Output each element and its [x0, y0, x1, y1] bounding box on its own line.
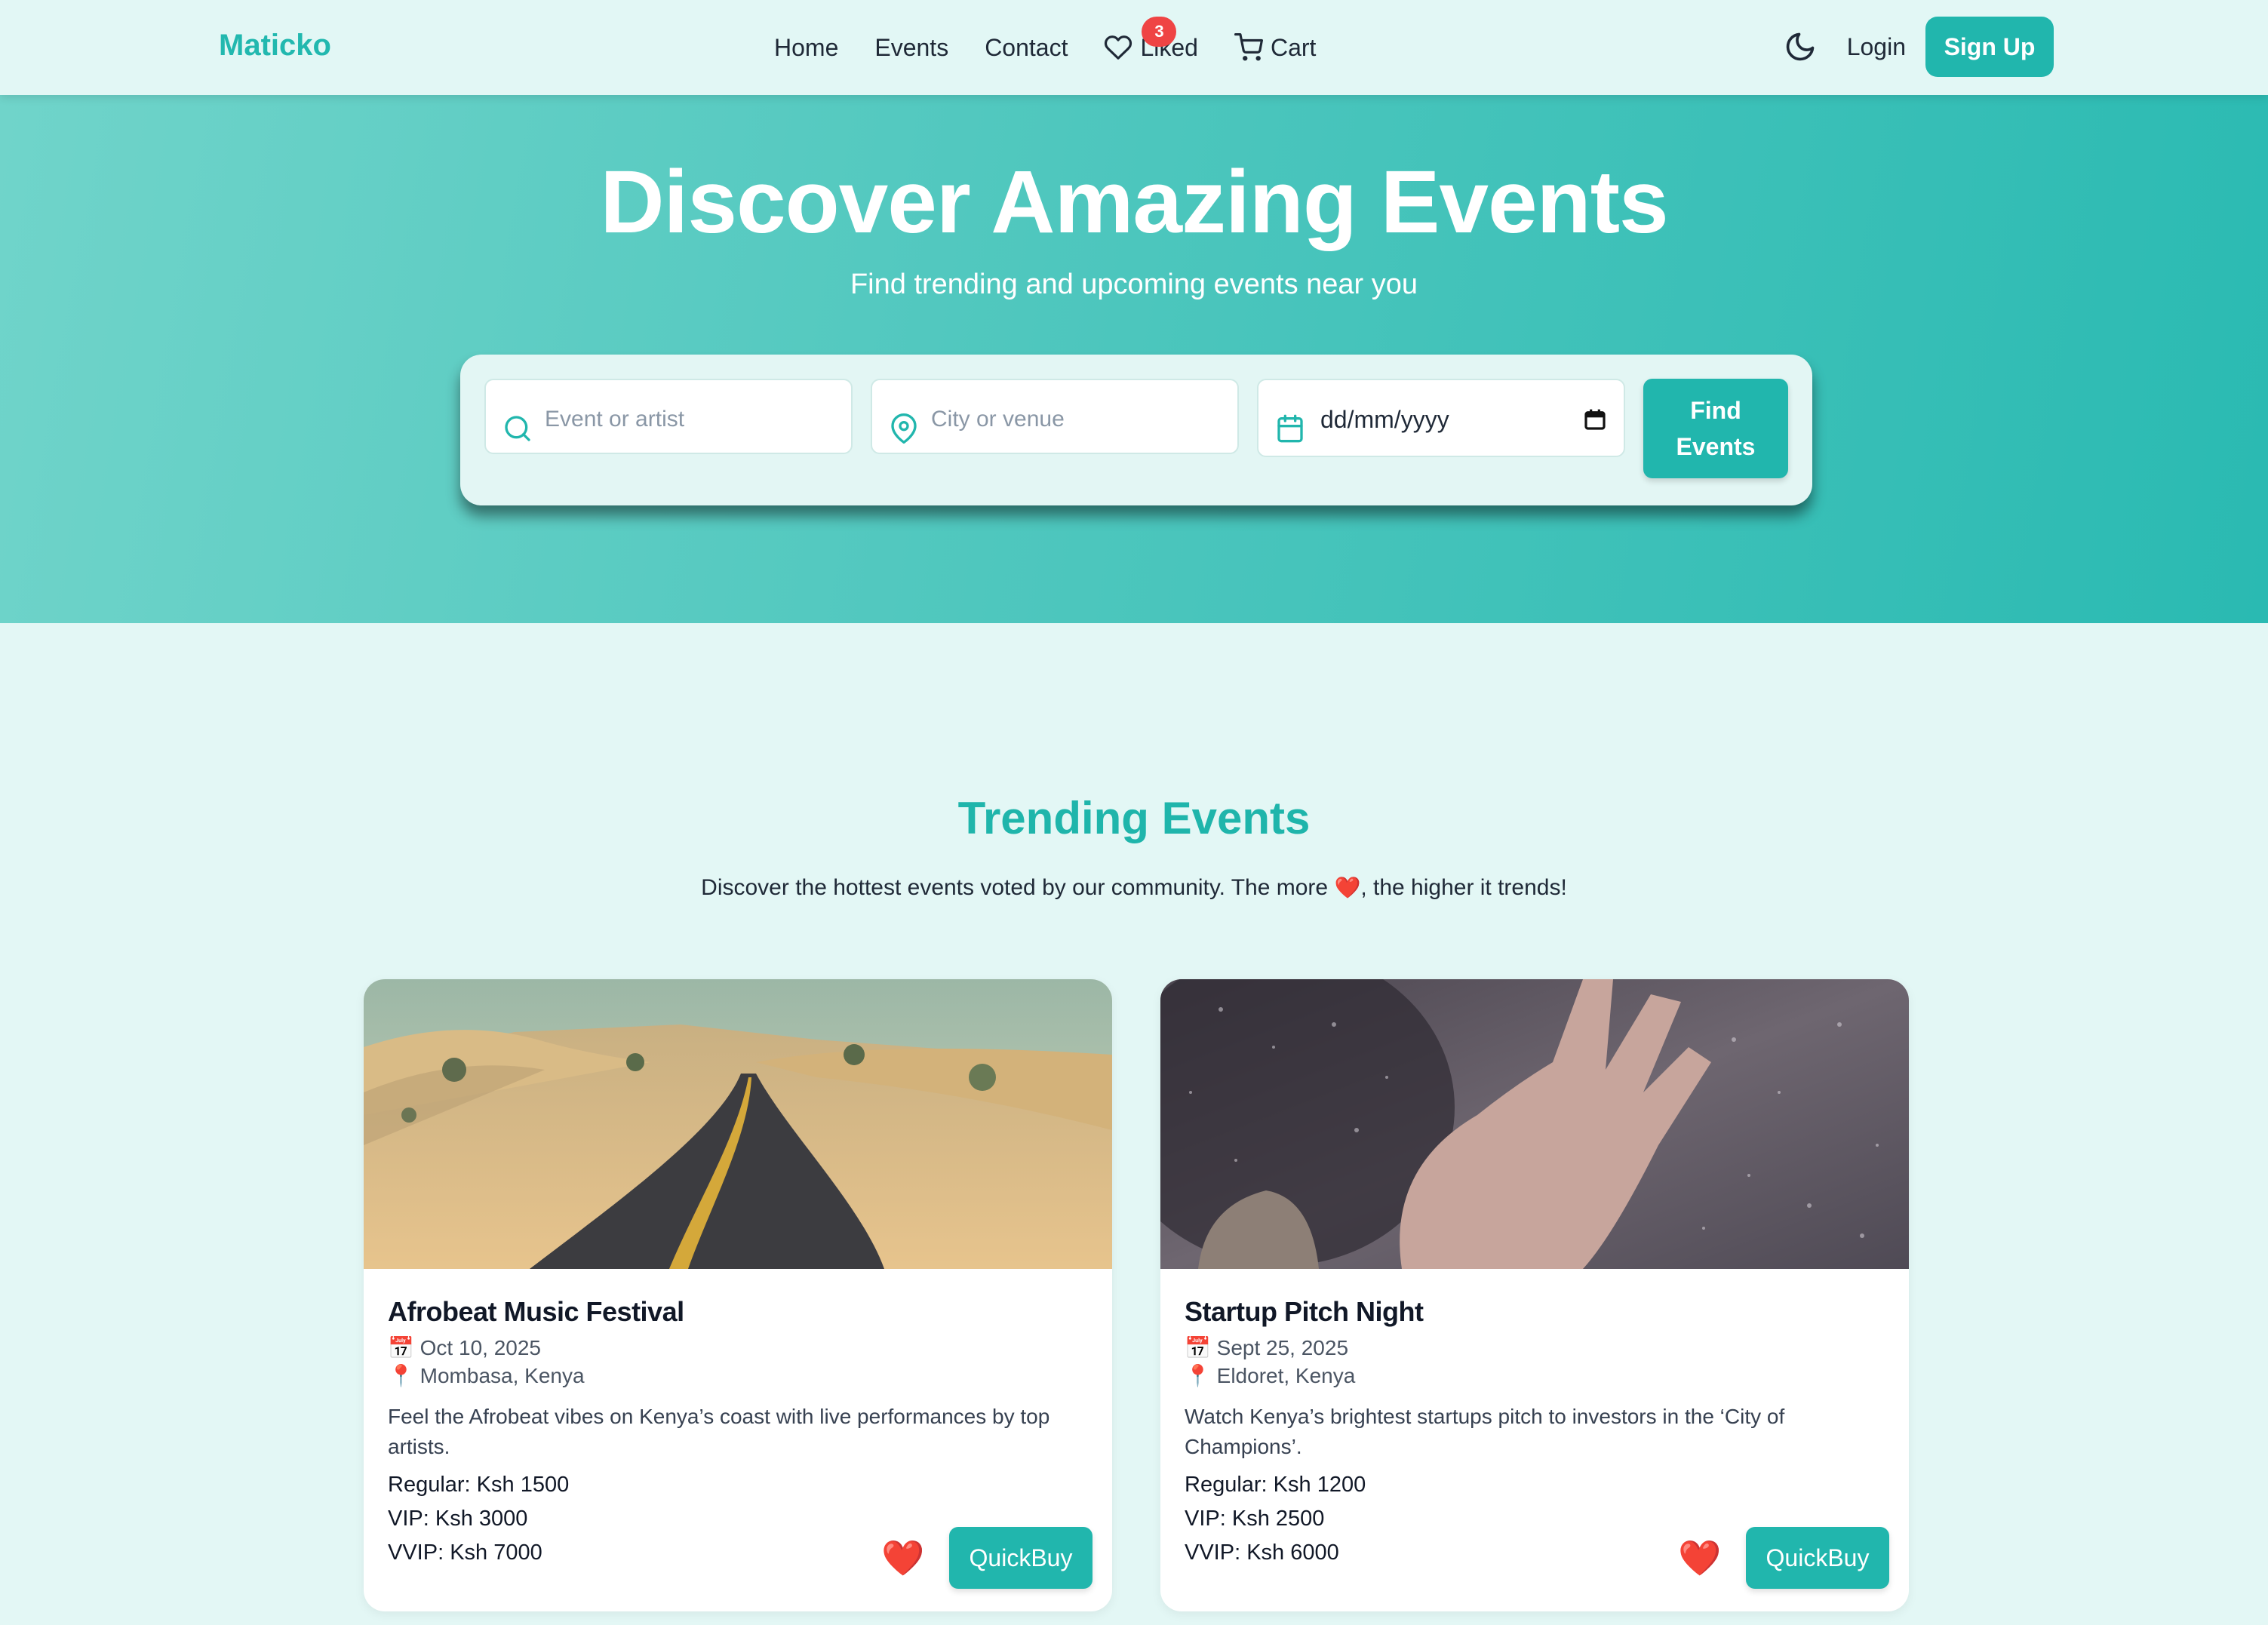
- event-date-text: Sept 25, 2025: [1216, 1336, 1349, 1359]
- trending-subtitle: Discover the hottest events voted by our…: [0, 875, 2268, 901]
- trending-subtitle-end: , the higher it trends!: [1360, 875, 1567, 900]
- cart-icon: [1234, 33, 1263, 61]
- calendar-icon: 📅: [1185, 1336, 1211, 1359]
- navbar: Maticko Home Events Contact Liked 3 Cart…: [0, 0, 2268, 95]
- nav-cart[interactable]: Cart: [1234, 33, 1316, 62]
- heart-icon: ❤️: [1334, 876, 1361, 899]
- date-field[interactable]: dd/mm/yyyy: [1257, 379, 1625, 457]
- date-picker-icon[interactable]: [1583, 407, 1607, 432]
- brand-logo[interactable]: Maticko: [219, 29, 331, 63]
- trending-subtitle-start: Discover the hottest events voted by our…: [701, 875, 1335, 900]
- nav-cart-label: Cart: [1270, 33, 1317, 61]
- trending-title: Trending Events: [957, 793, 1311, 843]
- event-search-input[interactable]: [545, 403, 831, 436]
- location-pin-icon: [891, 413, 917, 444]
- nav-contact[interactable]: Contact: [985, 34, 1068, 62]
- city-search-field: [871, 379, 1239, 454]
- heart-icon: [1105, 35, 1132, 60]
- event-title: Startup Pitch Night: [1185, 1296, 1424, 1327]
- event-date: 📅 Oct 10, 2025: [388, 1335, 1089, 1360]
- event-card[interactable]: Startup Pitch Night 📅 Sept 25, 2025 📍 El…: [1160, 979, 1909, 1611]
- nav-liked[interactable]: Liked 3: [1104, 17, 1198, 62]
- event-card-body: Afrobeat Music Festival 📅 Oct 10, 2025 📍…: [388, 1296, 1089, 1565]
- moon-icon[interactable]: [1784, 30, 1817, 63]
- date-input-value[interactable]: dd/mm/yyyy: [1320, 406, 1449, 434]
- price-regular: Regular: Ksh 1500: [388, 1473, 570, 1497]
- event-location: 📍 Mombasa, Kenya: [388, 1363, 1089, 1388]
- event-title: Afrobeat Music Festival: [388, 1296, 684, 1327]
- nav-actions: Login Sign Up: [1784, 17, 2054, 77]
- like-heart-icon[interactable]: ❤️: [1678, 1537, 1721, 1579]
- nav-home[interactable]: Home: [774, 34, 838, 62]
- event-location: 📍 Eldoret, Kenya: [1185, 1363, 1886, 1388]
- quickbuy-button[interactable]: QuickBuy: [1746, 1527, 1889, 1589]
- hero-title: Discover Amazing Events: [600, 152, 1668, 252]
- event-location-text: Mombasa, Kenya: [419, 1364, 585, 1387]
- login-link[interactable]: Login: [1847, 33, 1906, 61]
- find-events-button[interactable]: Find Events: [1643, 379, 1788, 478]
- city-search-input[interactable]: [931, 403, 1218, 436]
- search-panel: dd/mm/yyyy Find Events: [460, 355, 1812, 505]
- location-pin-icon: 📍: [1185, 1364, 1211, 1387]
- nav-events[interactable]: Events: [874, 34, 948, 62]
- signup-button[interactable]: Sign Up: [1925, 17, 2054, 77]
- event-date: 📅 Sept 25, 2025: [1185, 1335, 1886, 1360]
- event-location-text: Eldoret, Kenya: [1216, 1364, 1356, 1387]
- liked-count-badge: 3: [1142, 17, 1177, 47]
- event-search-field: [484, 379, 853, 454]
- hero-subtitle: Find trending and upcoming events near y…: [850, 269, 1418, 300]
- event-card[interactable]: Afrobeat Music Festival 📅 Oct 10, 2025 📍…: [364, 979, 1112, 1611]
- event-date-text: Oct 10, 2025: [419, 1336, 541, 1359]
- calendar-icon: 📅: [388, 1336, 414, 1359]
- like-heart-icon[interactable]: ❤️: [881, 1537, 924, 1579]
- calendar-icon: [1277, 414, 1303, 443]
- location-pin-icon: 📍: [388, 1364, 414, 1387]
- event-image-desert-road: [364, 979, 1112, 1269]
- event-description: Feel the Afrobeat vibes on Kenya’s coast…: [388, 1405, 1050, 1458]
- hero-section: Discover Amazing Events Find trending an…: [0, 95, 2268, 623]
- event-image-rain-window: [1160, 979, 1909, 1269]
- quickbuy-button[interactable]: QuickBuy: [949, 1527, 1093, 1589]
- search-icon: [505, 416, 530, 441]
- price-regular: Regular: Ksh 1200: [1185, 1473, 1366, 1497]
- nav-links: Home Events Contact Liked 3 Cart: [774, 17, 1316, 66]
- event-card-body: Startup Pitch Night 📅 Sept 25, 2025 📍 El…: [1185, 1296, 1886, 1565]
- event-description: Watch Kenya’s brightest startups pitch t…: [1185, 1405, 1785, 1458]
